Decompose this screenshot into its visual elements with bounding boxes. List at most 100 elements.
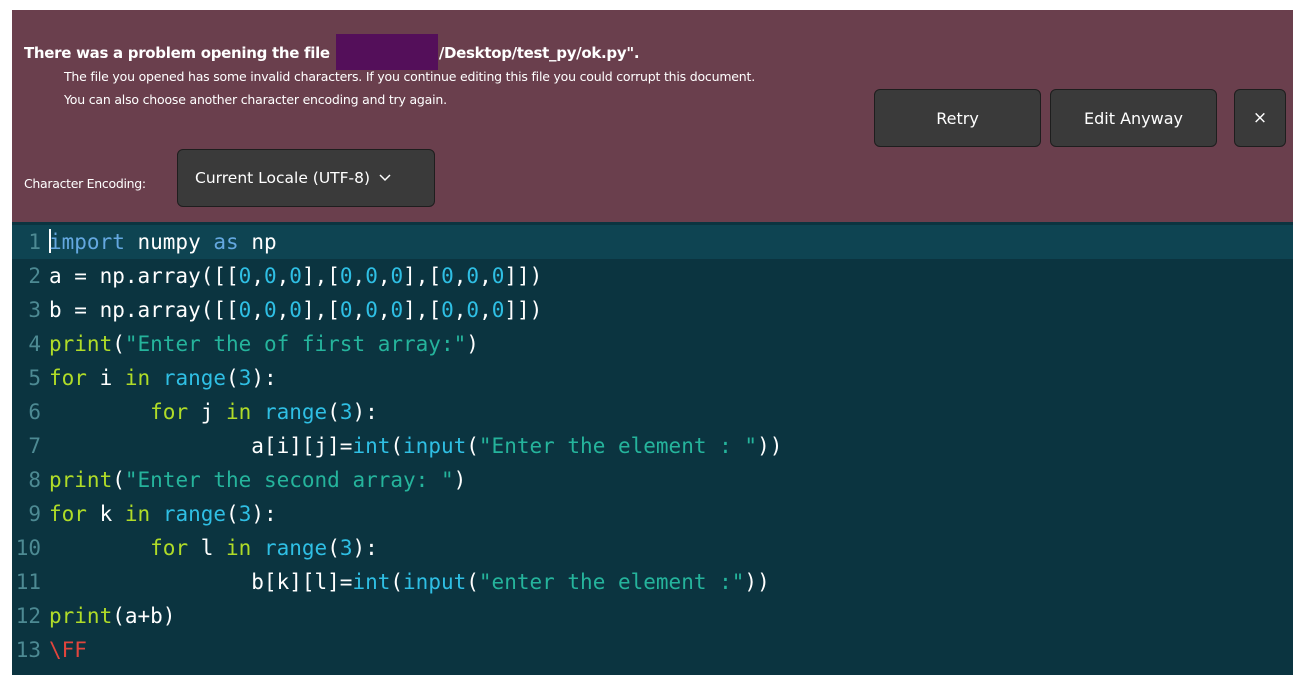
code-token: 0 xyxy=(238,298,252,322)
line-number: 9 xyxy=(28,502,41,526)
code-token: 0 xyxy=(491,264,505,288)
code-token: ( xyxy=(466,570,479,594)
code-text[interactable]: import numpy as np xyxy=(49,225,277,259)
code-token: 0 xyxy=(365,298,378,322)
code-text[interactable]: print("Enter the of first array:") xyxy=(49,327,479,361)
code-token: ],[ xyxy=(301,298,340,322)
code-line[interactable]: 3b = np.array([[0,0,0],[0,0,0],[0,0,0]]) xyxy=(12,293,1293,327)
close-infobar-button[interactable]: × xyxy=(1234,89,1286,147)
encoding-error-infobar: There was a problem opening the file/Des… xyxy=(12,10,1293,222)
close-icon: × xyxy=(1252,108,1268,128)
code-token: "Enter the element : " xyxy=(478,434,758,458)
code-token: input xyxy=(403,570,467,594)
code-token: input xyxy=(403,434,467,458)
code-token: j xyxy=(188,400,227,424)
code-token: , xyxy=(352,298,366,322)
code-token: a = np.array([[ xyxy=(49,264,239,288)
infobar-title-path: /Desktop/test_py/ok.py". xyxy=(438,44,640,62)
code-token: for xyxy=(150,536,189,560)
line-number: 12 xyxy=(15,604,41,628)
code-token: ( xyxy=(327,400,340,424)
character-encoding-label: Character Encoding: xyxy=(24,176,146,191)
code-text[interactable]: \FF xyxy=(49,633,87,667)
code-token: ( xyxy=(466,434,479,458)
code-line[interactable]: 6 for j in range(3): xyxy=(12,395,1293,429)
code-token: ( xyxy=(226,502,239,526)
code-token: 0 xyxy=(339,298,353,322)
code-line[interactable]: 4 print("Enter the of first array:") xyxy=(12,327,1293,361)
code-token: 3 xyxy=(238,502,252,526)
code-token: 0 xyxy=(289,298,302,322)
code-editor[interactable]: 1 import numpy as np 2 a = np.array([[0,0,0… xyxy=(12,222,1293,675)
code-token: range xyxy=(263,400,328,424)
code-token: 3 xyxy=(339,400,353,424)
code-token: i xyxy=(86,366,125,390)
code-text[interactable]: b = np.array([[0,0,0],[0,0,0],[0,0,0]]) xyxy=(49,293,542,327)
character-encoding-dropdown[interactable]: Current Locale (UTF-8) xyxy=(177,149,435,207)
line-number: 11 xyxy=(15,570,41,594)
code-token: , xyxy=(276,264,290,288)
code-token: 0 xyxy=(263,298,277,322)
code-text[interactable]: a = np.array([[0,0,0],[0,0,0],[0,0,0]]) xyxy=(49,259,542,293)
code-line[interactable]: 7 a[i][j]=int(input("Enter the element :… xyxy=(12,429,1293,463)
code-line[interactable]: 2a = np.array([[0,0,0],[0,0,0],[0,0,0]]) xyxy=(12,259,1293,293)
code-token: , xyxy=(377,298,391,322)
code-token: 3 xyxy=(238,366,252,390)
code-token: ]]) xyxy=(504,264,543,288)
code-text[interactable]: print("Enter the second array: ") xyxy=(49,463,466,497)
line-number: 1 xyxy=(28,230,41,254)
code-token: np xyxy=(238,230,277,254)
code-text[interactable]: for l in range(3): xyxy=(49,531,378,565)
code-token: )) xyxy=(744,570,770,594)
code-token: 0 xyxy=(491,298,505,322)
code-token: 0 xyxy=(263,264,277,288)
code-line[interactable]: 9 for k in range(3): xyxy=(12,497,1293,531)
code-text[interactable]: b[k][l]=int(input("enter the element :")… xyxy=(49,565,770,599)
code-token: , xyxy=(377,264,391,288)
code-token: (a+b) xyxy=(112,604,176,628)
code-line[interactable]: 11 b[k][l]=int(input("enter the element … xyxy=(12,565,1293,599)
code-text[interactable]: for j in range(3): xyxy=(49,395,378,429)
code-token: for xyxy=(49,366,87,390)
code-token: for xyxy=(49,502,87,526)
code-token: ( xyxy=(327,536,340,560)
code-token: in xyxy=(226,400,252,424)
code-token: import xyxy=(49,230,125,254)
code-token: 0 xyxy=(441,298,454,322)
code-token: 0 xyxy=(466,264,480,288)
chevron-down-icon xyxy=(379,171,391,185)
code-text[interactable]: for i in range(3): xyxy=(49,361,277,395)
code-token: "enter the element :" xyxy=(478,570,745,594)
code-line[interactable]: 10 for l in range(3): xyxy=(12,531,1293,565)
infobar-message-line1: The file you opened has some invalid cha… xyxy=(64,69,755,84)
code-token: range xyxy=(162,502,227,526)
code-token: , xyxy=(479,298,492,322)
code-token: , xyxy=(479,264,492,288)
code-token: , xyxy=(453,298,467,322)
code-token: ( xyxy=(226,366,239,390)
code-token: )) xyxy=(757,434,783,458)
code-line[interactable]: 13 \FF xyxy=(12,633,1293,667)
code-token: range xyxy=(162,366,227,390)
code-line[interactable]: 1 import numpy as np xyxy=(12,225,1293,259)
edit-anyway-button[interactable]: Edit Anyway xyxy=(1050,89,1217,147)
code-token: 0 xyxy=(390,298,404,322)
line-number: 7 xyxy=(28,434,41,458)
code-token: ( xyxy=(390,434,404,458)
line-number: 6 xyxy=(28,400,41,424)
code-line[interactable]: 12 print(a+b) xyxy=(12,599,1293,633)
code-line[interactable]: 8 print("Enter the second array: ") xyxy=(12,463,1293,497)
infobar-title: There was a problem opening the file/Des… xyxy=(24,34,640,70)
code-token: , xyxy=(352,264,366,288)
code-text[interactable]: print(a+b) xyxy=(49,599,175,633)
code-text[interactable]: for k in range(3): xyxy=(49,497,277,531)
code-token: range xyxy=(263,536,328,560)
code-line[interactable]: 5 for i in range(3): xyxy=(12,361,1293,395)
code-token: l xyxy=(188,536,227,560)
code-token: in xyxy=(226,536,252,560)
line-number: 5 xyxy=(28,366,41,390)
retry-button[interactable]: Retry xyxy=(874,89,1041,147)
infobar-title-prefix: There was a problem opening the file xyxy=(24,44,330,62)
code-text[interactable]: a[i][j]=int(input("Enter the element : "… xyxy=(49,429,782,463)
